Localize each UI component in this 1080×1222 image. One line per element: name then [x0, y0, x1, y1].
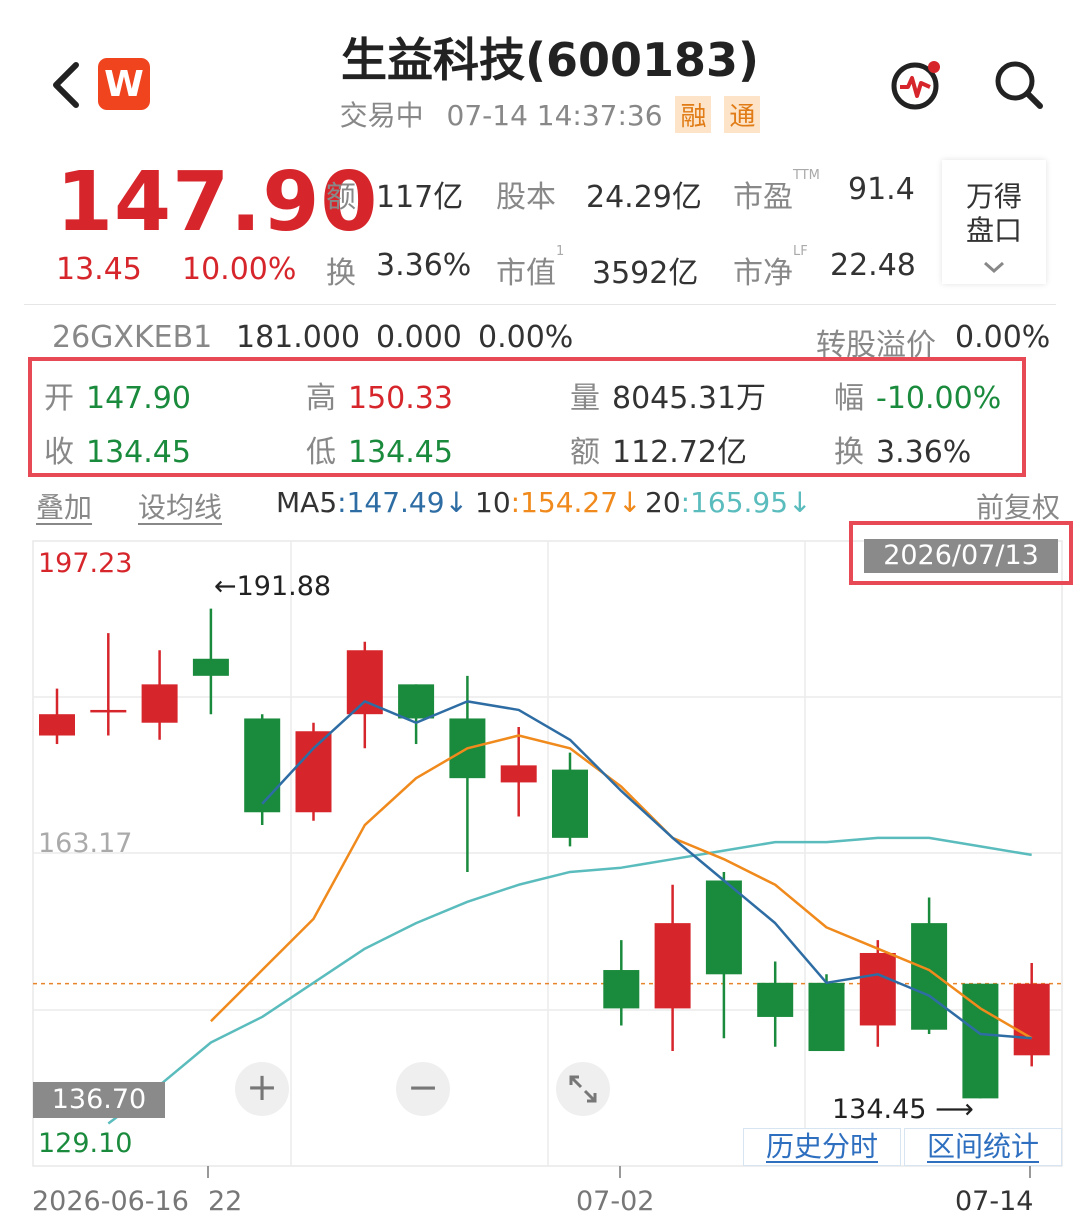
crosshair-price-tag: 136.70 — [33, 1082, 165, 1118]
candle-down — [603, 970, 640, 1009]
volume-value: 8045.31万 — [612, 381, 767, 416]
low-cell: 低 134.45 — [306, 435, 453, 470]
volume-cell: 量 8045.31万 — [570, 381, 767, 416]
candle-down — [192, 658, 229, 676]
divider — [24, 304, 1056, 305]
pb-label: 市净LF — [733, 244, 808, 291]
trade-datetime: 07-14 14:37:36 — [446, 99, 663, 132]
turnover-value-day: 3.36% — [876, 435, 972, 470]
selected-date-badge: 2026/07/13 — [864, 539, 1058, 573]
candle-down — [808, 982, 845, 1052]
zoom-in-button[interactable]: + — [235, 1062, 289, 1116]
turnover-cell: 换 3.36% — [834, 435, 972, 470]
candle-up — [39, 714, 75, 736]
candle-up — [500, 765, 537, 783]
back-button[interactable] — [40, 55, 90, 115]
amount-cell: 额 112.72亿 — [570, 435, 747, 470]
candle-up — [141, 684, 178, 723]
wind-panel-line1: 万得 — [965, 180, 1022, 213]
high-cell: 高 150.33 — [306, 381, 453, 416]
amplitude-value: -10.00% — [876, 381, 1002, 416]
turnover-value: 3.36% — [376, 248, 472, 283]
conversion-premium-value: 0.00% — [955, 320, 1051, 355]
price-change-pct: 10.00% — [182, 252, 297, 287]
high-value: 150.33 — [348, 381, 453, 416]
connect-tag[interactable]: 通 — [724, 96, 761, 133]
max-price-annotation: ←191.88 — [214, 571, 332, 602]
x-label-0714: 07-14 — [955, 1186, 1034, 1217]
pulse-button[interactable] — [888, 56, 946, 114]
market-cap-value: 3592亿 — [592, 256, 699, 291]
y-mid-label: 163.17 — [38, 828, 133, 859]
candle-up — [654, 923, 691, 1009]
share-capital-label: 股本 — [496, 180, 556, 215]
x-label-start: 2026-06-16 — [32, 1186, 189, 1217]
amount-value-day: 112.72亿 — [612, 435, 747, 470]
ma5-legend: MA5:147.49↓ — [276, 486, 469, 519]
ma10-legend: 10:154.27↓ — [475, 486, 642, 519]
amount-value: 117亿 — [376, 180, 464, 215]
candle-up — [346, 650, 383, 715]
y-min-label: 129.10 — [38, 1128, 133, 1159]
y-max-label: 197.23 — [38, 548, 133, 579]
pe-label: 市盈TTM — [733, 168, 820, 215]
ma20-legend: 20:165.95↓ — [645, 486, 812, 519]
search-button[interactable] — [990, 56, 1048, 114]
amount-label: 额 — [326, 180, 356, 215]
market-cap-label: 市值1 — [496, 244, 565, 291]
zoom-out-button[interactable]: − — [396, 1062, 450, 1116]
candle-down — [757, 982, 794, 1017]
open-value: 147.90 — [86, 381, 191, 416]
candle-down — [911, 923, 948, 1030]
candle-down — [398, 684, 435, 719]
bond-price: 181.000 — [236, 320, 361, 355]
trade-status-text: 交易中 — [339, 99, 424, 132]
candle-up — [295, 731, 332, 813]
candle-up — [859, 952, 896, 1026]
bond-change-pct: 0.00% — [478, 320, 574, 355]
candle-down — [552, 769, 588, 838]
wind-depth-panel-button[interactable]: 万得 盘口 — [942, 160, 1046, 284]
margin-tag[interactable]: 融 — [675, 96, 712, 133]
turnover-label: 换 — [326, 256, 356, 291]
candle-down — [244, 718, 281, 813]
expand-icon — [569, 1075, 597, 1103]
share-capital-value: 24.29亿 — [586, 180, 702, 215]
min-price-annotation: 134.45 ⟶ — [832, 1094, 974, 1125]
wind-panel-line2: 盘口 — [965, 214, 1022, 247]
expand-button[interactable] — [556, 1062, 610, 1116]
pulse-icon — [891, 61, 940, 110]
open-cell: 开 147.90 — [44, 381, 191, 416]
close-cell: 收 134.45 — [44, 435, 191, 470]
amplitude-cell: 幅 -10.00% — [834, 381, 1002, 416]
bond-change: 0.000 — [376, 320, 462, 355]
candle-down — [962, 983, 999, 1099]
x-label-22: 22 — [208, 1186, 243, 1217]
pb-value: 22.48 — [830, 248, 916, 283]
chevron-down-icon — [984, 261, 1004, 274]
range-stats-link[interactable]: 区间统计 — [904, 1128, 1062, 1166]
close-value: 134.45 — [86, 435, 191, 470]
candle-up — [90, 709, 127, 713]
bond-code[interactable]: 26GXKEB1 — [52, 320, 212, 355]
page-title: 生益科技(600183) — [340, 33, 760, 87]
history-intraday-link[interactable]: 历史分时 — [743, 1128, 901, 1166]
candle-up — [1013, 983, 1050, 1056]
x-label-0702: 07-02 — [576, 1186, 655, 1217]
pe-value: 91.4 — [848, 172, 915, 207]
back-arrow-icon — [53, 62, 79, 108]
w-logo-icon[interactable]: W — [98, 58, 150, 110]
candle-down — [705, 880, 742, 975]
trading-status: 交易中 07-14 14:37:36 融 通 — [260, 94, 840, 134]
low-value: 134.45 — [348, 435, 453, 470]
price-change: 13.45 — [56, 252, 142, 287]
search-icon — [995, 61, 1043, 109]
